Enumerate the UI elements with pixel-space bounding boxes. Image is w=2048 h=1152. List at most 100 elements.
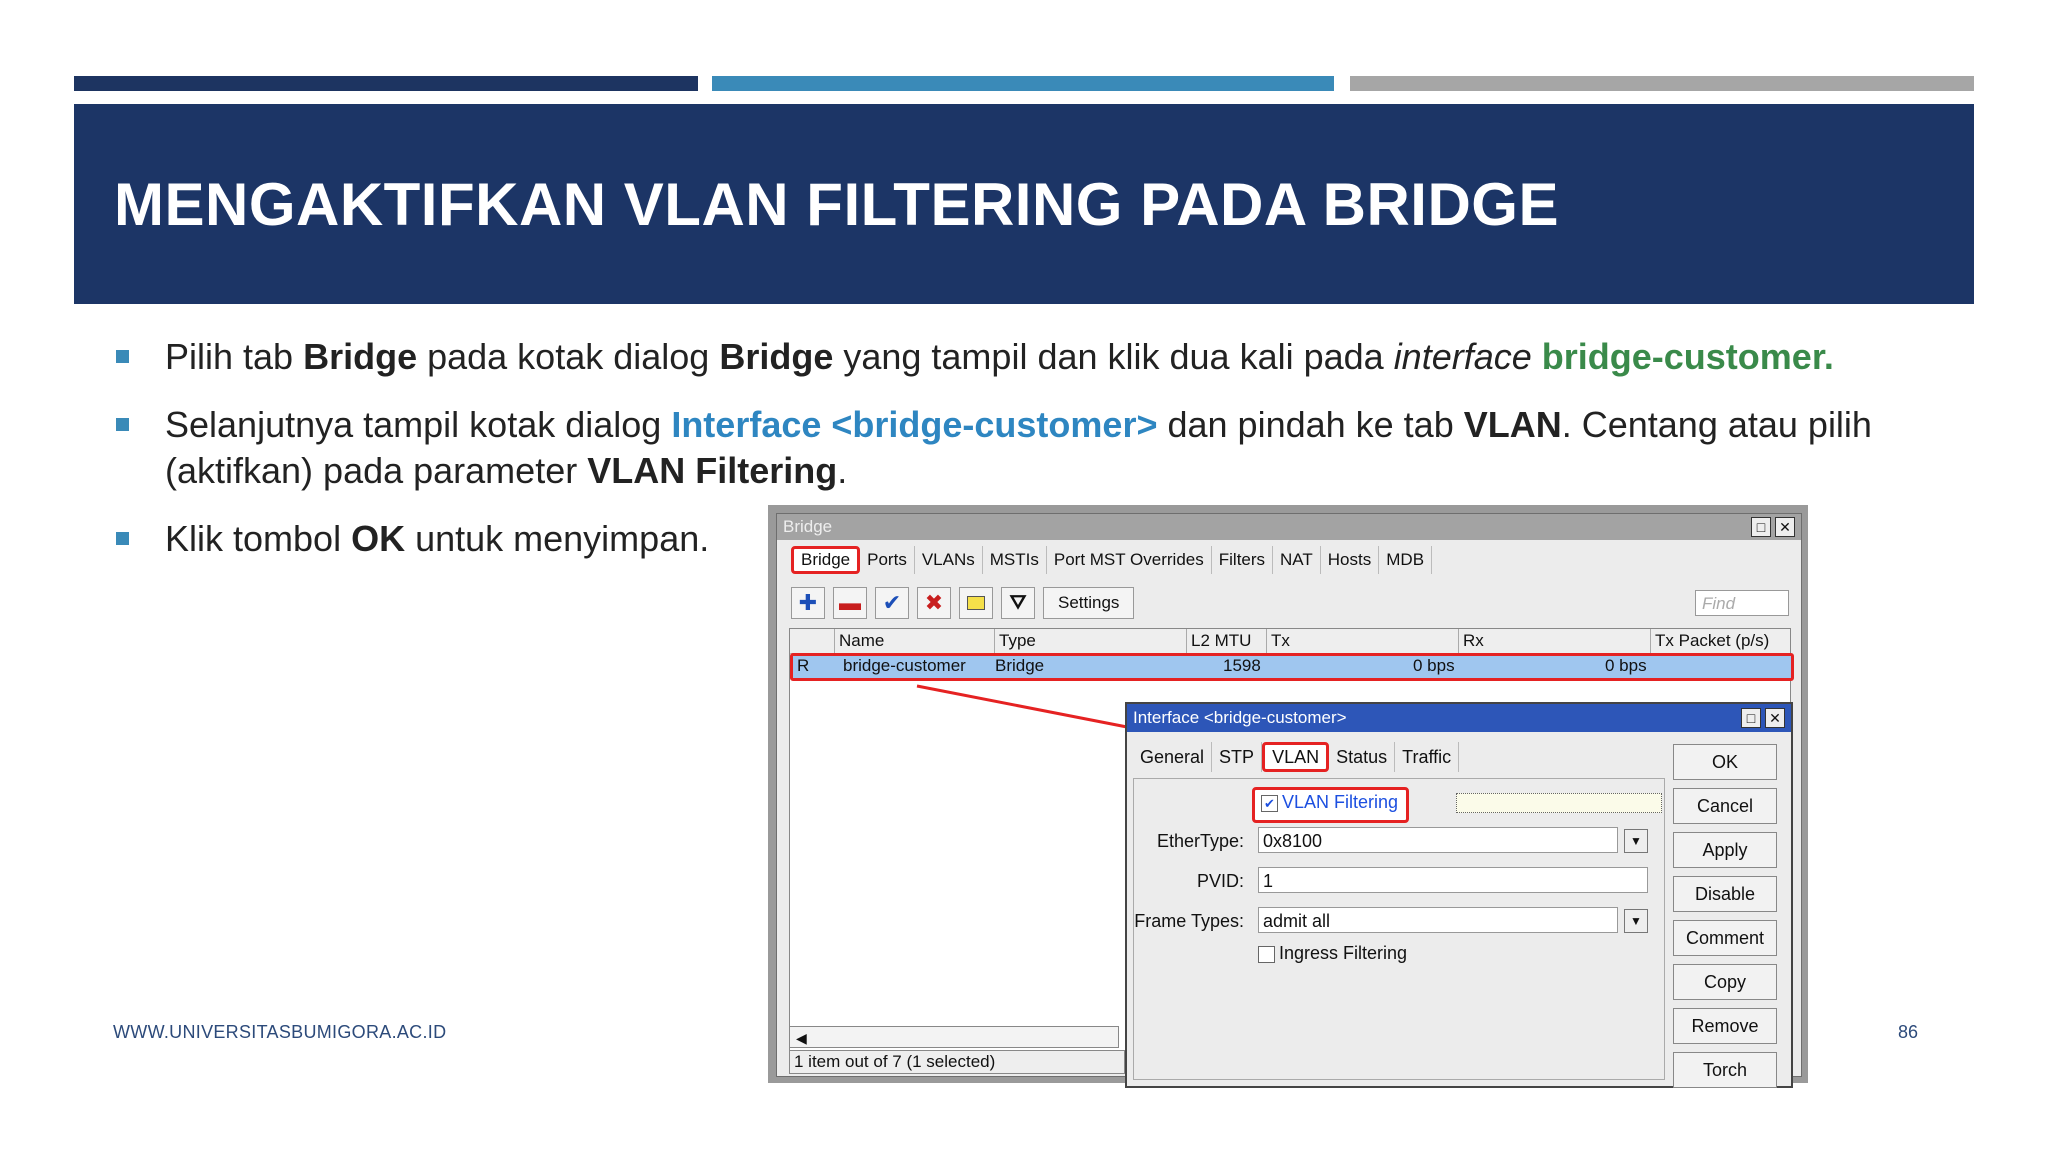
dialog-buttons: OK Cancel Apply Disable Comment Copy Rem… [1673, 744, 1777, 1096]
column-rx[interactable]: Rx [1458, 629, 1484, 653]
bullet-text: . [837, 450, 848, 491]
column-l2mtu[interactable]: L2 MTU [1186, 629, 1251, 653]
bullet-marker [116, 350, 129, 363]
frame-types-field[interactable]: admit all [1258, 907, 1618, 933]
accent-bar-gray [1350, 76, 1974, 91]
bridge-tabs: Bridge Ports VLANs MSTIs Port MST Overri… [791, 546, 1433, 574]
ethertype-label: EtherType: [1156, 831, 1244, 851]
bullet-text: yang tampil dan klik dua kali pada [833, 336, 1394, 377]
close-icon[interactable]: ✕ [1775, 517, 1795, 537]
maximize-icon[interactable]: □ [1751, 517, 1771, 537]
frame-types-label: Frame Types: [1134, 911, 1244, 931]
column-type[interactable]: Type [994, 629, 1036, 653]
bullet-item-1: Pilih tab Bridge pada kotak dialog Bridg… [112, 334, 1912, 380]
bullet-text: Pilih tab [165, 336, 304, 377]
row-flag: R [797, 656, 810, 675]
copy-button[interactable]: Copy [1673, 964, 1777, 1000]
bridge-window-title: Bridge [783, 517, 833, 536]
find-input[interactable]: Find [1695, 590, 1789, 616]
page-number: 86 [1898, 1022, 1919, 1042]
footer-url: WWW.UNIVERSITASBUMIGORA.AC.ID [113, 1022, 447, 1042]
column-tx-packet[interactable]: Tx Packet (p/s) [1650, 629, 1769, 653]
tab-hosts[interactable]: Hosts [1321, 546, 1380, 574]
row-type: Bridge [995, 656, 1045, 675]
ingress-filtering-checkbox[interactable]: Ingress Filtering [1258, 943, 1658, 971]
filter-icon[interactable]: ⛛ [1001, 587, 1035, 619]
maximize-icon[interactable]: □ [1741, 708, 1761, 728]
cancel-button[interactable]: Cancel [1673, 788, 1777, 824]
bullet-bold: Bridge [719, 336, 834, 377]
bullet-highlight: Interface <bridge-customer> [671, 404, 1158, 445]
column-name[interactable]: Name [834, 629, 884, 653]
bullet-bold: VLAN [1463, 404, 1562, 445]
ingress-filtering-label: Ingress Filtering [1279, 943, 1408, 963]
row-tx: 0 bps [1413, 656, 1455, 675]
row-name: bridge-customer [843, 656, 966, 675]
tab-traffic[interactable]: Traffic [1395, 742, 1460, 772]
tab-status[interactable]: Status [1329, 742, 1396, 772]
bullet-marker [116, 532, 129, 545]
focus-outline [1456, 793, 1662, 813]
tab-mstis[interactable]: MSTIs [983, 546, 1047, 574]
tab-filters[interactable]: Filters [1212, 546, 1274, 574]
tab-vlans[interactable]: VLANs [915, 546, 983, 574]
row-rx: 0 bps [1605, 656, 1647, 675]
tab-bridge[interactable]: Bridge [791, 546, 861, 574]
vlan-filtering-label: VLAN Filtering [1282, 792, 1399, 812]
interface-dialog: Interface <bridge-customer> □ ✕ General … [1125, 702, 1793, 1088]
interface-dialog-titlebar: Interface <bridge-customer> □ ✕ [1127, 704, 1791, 732]
column-tx[interactable]: Tx [1266, 629, 1290, 653]
table-row[interactable]: R bridge-customer Bridge 1598 0 bps 0 bp… [790, 653, 1794, 681]
bullet-bold: VLAN Filtering [587, 450, 838, 491]
checkbox-checked-icon: ✔ [1261, 794, 1278, 812]
bullet-text: Klik tombol [165, 518, 352, 559]
comment-button[interactable]: Comment [1673, 920, 1777, 956]
bullet-text: pada kotak dialog [417, 336, 720, 377]
bullet-bold: Bridge [303, 336, 418, 377]
ethertype-field[interactable]: 0x8100 [1258, 827, 1618, 853]
bullet-text: Selanjutnya tampil kotak dialog [165, 404, 672, 445]
apply-button[interactable]: Apply [1673, 832, 1777, 868]
torch-button[interactable]: Torch [1673, 1052, 1777, 1088]
tab-stp[interactable]: STP [1212, 742, 1263, 772]
tab-general[interactable]: General [1133, 742, 1213, 772]
accent-bar-blue [712, 76, 1334, 91]
dropdown-icon[interactable]: ▼ [1624, 829, 1648, 853]
row-l2mtu: 1598 [1223, 656, 1261, 675]
pvid-field[interactable]: 1 [1258, 867, 1648, 893]
tab-ports[interactable]: Ports [860, 546, 915, 574]
cross-icon[interactable]: ✖ [917, 587, 951, 619]
bullet-text: untuk menyimpan. [405, 518, 710, 559]
status-bar: 1 item out of 7 (1 selected) [789, 1050, 1125, 1074]
bullet-text [1532, 336, 1542, 377]
disable-button[interactable]: Disable [1673, 876, 1777, 912]
tab-mdb[interactable]: MDB [1379, 546, 1433, 574]
ok-button[interactable]: OK [1673, 744, 1777, 780]
table-header: Name Type L2 MTU Tx Rx Tx Packet (p/s) [790, 629, 1790, 654]
tab-vlan[interactable]: VLAN [1262, 742, 1330, 772]
pvid-row: PVID: 1 [1134, 867, 1664, 895]
plus-icon[interactable]: ✚ [791, 587, 825, 619]
tab-port-mst-overrides[interactable]: Port MST Overrides [1047, 546, 1212, 574]
settings-button[interactable]: Settings [1043, 587, 1135, 619]
accent-bar-dark [74, 76, 698, 91]
horizontal-scrollbar[interactable]: ◀ [789, 1026, 1119, 1048]
vlan-tab-panel: ✔ VLAN Filtering EtherType: 0x8100 ▼ PVID… [1133, 778, 1665, 1080]
bridge-toolbar: ✚ ▬ ✔ ✖ ⛛ Settings [791, 586, 1135, 620]
comment-icon[interactable] [959, 587, 993, 619]
vlan-filtering-checkbox[interactable]: ✔ VLAN Filtering [1252, 787, 1410, 823]
winbox-screenshot: Bridge □ ✕ Bridge Ports VLANs MSTIs Port… [768, 505, 1808, 1088]
interface-tabs: General STP VLAN Status Traffic [1133, 742, 1460, 772]
minus-icon[interactable]: ▬ [833, 587, 867, 619]
close-icon[interactable]: ✕ [1765, 708, 1785, 728]
interface-dialog-title: Interface <bridge-customer> [1133, 708, 1347, 727]
tab-nat[interactable]: NAT [1273, 546, 1321, 574]
dropdown-icon[interactable]: ▼ [1624, 909, 1648, 933]
check-icon[interactable]: ✔ [875, 587, 909, 619]
pvid-label: PVID: [1196, 871, 1244, 891]
bullet-italic: interface [1393, 336, 1532, 377]
bullet-bold: OK [351, 518, 406, 559]
remove-button[interactable]: Remove [1673, 1008, 1777, 1044]
bridge-window: Bridge □ ✕ Bridge Ports VLANs MSTIs Port… [776, 513, 1802, 1088]
ethertype-row: EtherType: 0x8100 ▼ [1134, 827, 1664, 855]
